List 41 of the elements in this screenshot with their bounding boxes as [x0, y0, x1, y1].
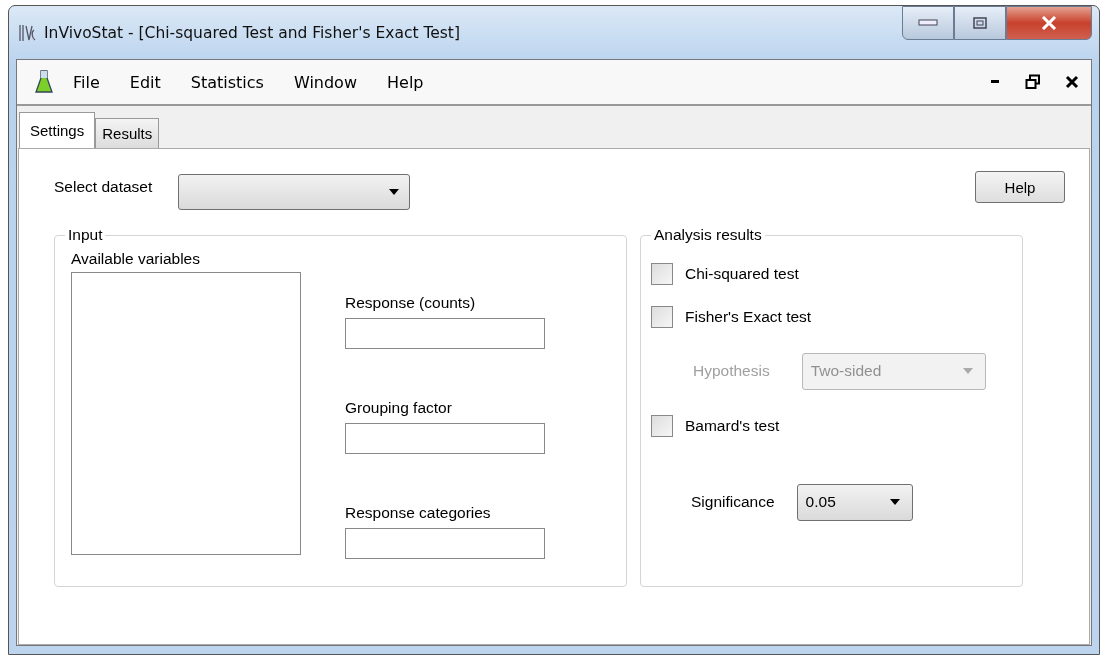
- checkbox-label: Chi-squared test: [685, 264, 799, 283]
- checkbox-label: Fisher's Exact test: [685, 307, 812, 326]
- close-icon: [1041, 16, 1057, 30]
- field-label: Grouping factor: [345, 399, 453, 417]
- checkbox[interactable]: [651, 262, 673, 285]
- help-button[interactable]: Help: [975, 171, 1065, 203]
- menu-item[interactable]: Edit: [129, 72, 161, 92]
- input-field[interactable]: [345, 423, 545, 454]
- checkbox-label: Bamard's test: [685, 416, 780, 435]
- group-title: Analysis results: [651, 226, 765, 244]
- dropdown[interactable]: 0.05: [796, 483, 913, 521]
- available-variables-label: Available variables: [71, 250, 201, 268]
- checkbox[interactable]: [651, 414, 673, 437]
- dataset-label: Select dataset: [54, 178, 153, 196]
- maximize-button[interactable]: [954, 6, 1006, 40]
- caret-icon: [389, 189, 400, 195]
- menu-item[interactable]: Help: [387, 72, 424, 92]
- menu-item[interactable]: Window: [293, 72, 357, 92]
- caret-icon: [889, 499, 900, 505]
- field-label: Response categories: [345, 504, 492, 522]
- tab[interactable]: Results: [95, 118, 160, 148]
- caret-icon: [962, 368, 973, 374]
- flask-icon: [35, 69, 53, 95]
- minimize-button[interactable]: [902, 6, 954, 40]
- minimize-icon: [918, 19, 938, 27]
- checkbox[interactable]: [651, 305, 673, 328]
- restore-icon[interactable]: [1025, 74, 1041, 90]
- close-button[interactable]: [1006, 6, 1092, 40]
- menu-item[interactable]: File: [73, 72, 100, 92]
- close-icon[interactable]: [1065, 75, 1079, 89]
- menu-item[interactable]: Statistics: [190, 72, 264, 92]
- field-label: Response (counts): [345, 294, 477, 312]
- minimize-icon[interactable]: [989, 79, 1001, 85]
- dataset-dropdown[interactable]: [178, 174, 411, 210]
- dropdown-label: Hypothesis: [693, 362, 770, 380]
- window-title: InVivoStat - [Chi-squared Test and Fisher's Exact Test]: [44, 23, 460, 42]
- maximize-icon: [973, 17, 987, 29]
- tab[interactable]: Settings: [19, 112, 96, 148]
- input-field[interactable]: [345, 528, 545, 559]
- input-field[interactable]: [345, 318, 545, 349]
- dropdown-label: Significance: [691, 493, 775, 511]
